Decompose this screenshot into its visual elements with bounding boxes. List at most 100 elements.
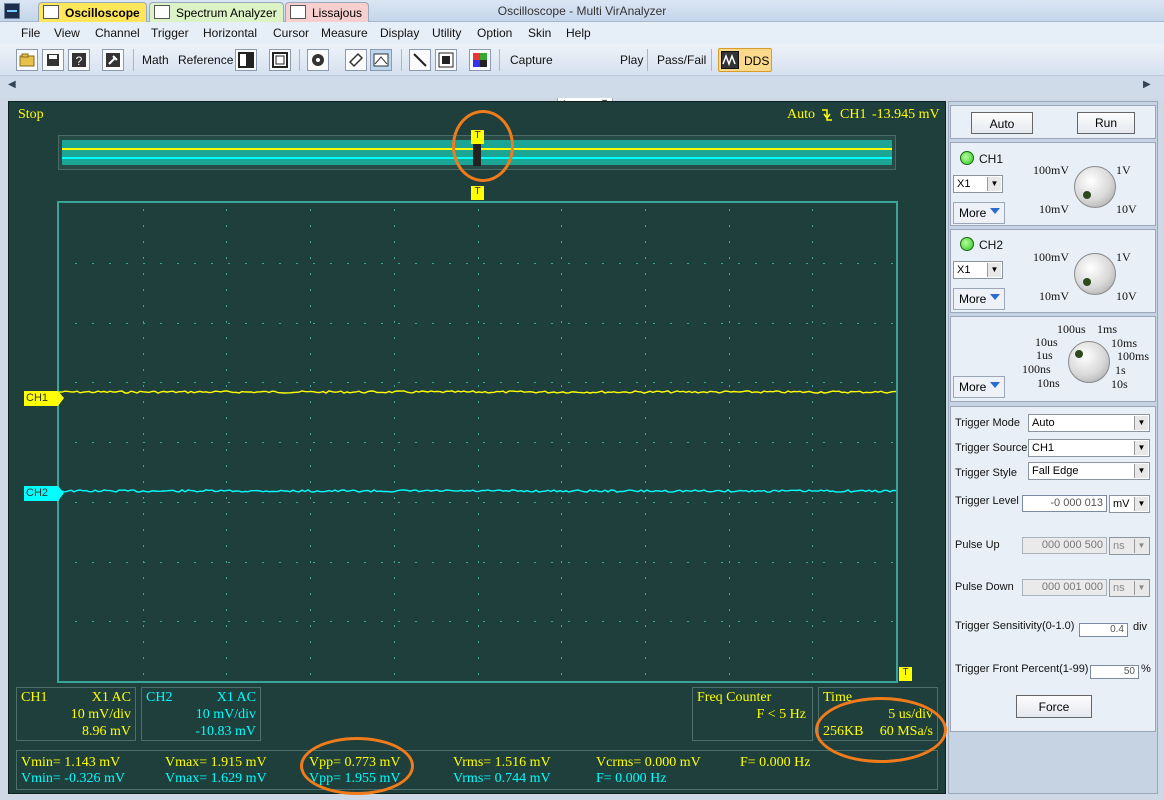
ch1-enable-led-icon[interactable] <box>960 151 974 165</box>
math-button[interactable]: Math <box>142 53 169 67</box>
ch2-probe-select[interactable]: X1 ▼ <box>953 261 1003 279</box>
dds-button[interactable]: DDS <box>718 48 772 72</box>
grid-dot <box>381 263 383 264</box>
grid-dot <box>226 577 227 579</box>
menu-utility[interactable]: Utility <box>432 26 461 40</box>
grid-dot <box>561 625 562 627</box>
pulse-down-input[interactable]: 000 001 000 <box>1022 579 1107 596</box>
pulse-down-label: Pulse Down <box>955 581 1014 593</box>
reference-button[interactable]: Reference <box>178 53 233 67</box>
grid-dot <box>478 273 479 275</box>
trigger-mode-select[interactable]: Auto ▼ <box>1028 414 1150 432</box>
menu-measure[interactable]: Measure <box>321 26 368 40</box>
run-button[interactable]: Run <box>1077 112 1135 134</box>
trigger-source-select[interactable]: CH1 ▼ <box>1028 439 1150 457</box>
grid-dot <box>857 621 859 622</box>
grid-dot <box>585 621 587 622</box>
ch1-more-button[interactable]: More <box>953 202 1005 224</box>
grid-dot <box>891 382 893 383</box>
timebase-more-button[interactable]: More <box>953 376 1005 398</box>
grid-dot <box>636 621 638 622</box>
trigger-level-marker[interactable]: T <box>899 667 912 681</box>
pulse-down-unit-select[interactable]: ns ▼ <box>1109 579 1150 597</box>
play-button[interactable]: Play <box>620 53 643 67</box>
grid-dot <box>478 401 479 403</box>
menu-file[interactable]: File <box>21 26 40 40</box>
split-view-icon[interactable] <box>235 49 257 71</box>
menu-display[interactable]: Display <box>380 26 419 40</box>
grid-dot <box>729 289 730 291</box>
help-icon[interactable]: ? <box>68 49 90 71</box>
trigger-level-input[interactable]: -0 000 013 <box>1022 495 1107 512</box>
grid-dot <box>75 502 77 503</box>
annotation-circle-time <box>815 697 947 763</box>
grid-dot <box>226 673 227 675</box>
tab-oscilloscope[interactable]: Oscilloscope <box>38 2 147 22</box>
settings-icon[interactable] <box>307 49 329 71</box>
grid-dot <box>310 657 311 659</box>
trigger-front-label: Trigger Front Percent(1-99) <box>955 663 1089 675</box>
cursor-line-icon[interactable] <box>409 49 431 71</box>
waveform-grid[interactable] <box>57 201 898 683</box>
trigger-style-select[interactable]: Fall Edge ▼ <box>1028 462 1150 480</box>
menu-view[interactable]: View <box>54 26 80 40</box>
ch1-volts-knob[interactable] <box>1074 166 1116 208</box>
save-icon[interactable] <box>42 49 64 71</box>
grid-dot <box>806 323 808 324</box>
timebase-knob[interactable] <box>1068 341 1110 383</box>
menu-trigger[interactable]: Trigger <box>151 26 189 40</box>
single-view-icon[interactable] <box>269 49 291 71</box>
pulse-up-input[interactable]: 000 000 500 <box>1022 537 1107 554</box>
stop-icon[interactable] <box>435 49 457 71</box>
trigger-front-input[interactable]: 50 <box>1090 665 1139 679</box>
screenshot-icon[interactable] <box>370 49 392 71</box>
trigger-level-readout: -13.945 mV <box>872 107 940 122</box>
grid-dot <box>398 442 400 443</box>
ch1-probe-select[interactable]: X1 ▼ <box>953 175 1003 193</box>
trigger-time-marker[interactable]: T <box>471 186 484 200</box>
grid-dot <box>483 323 485 324</box>
grid-dot <box>670 562 672 563</box>
ch2-more-button[interactable]: More <box>953 288 1005 310</box>
grid-dot <box>432 562 434 563</box>
grid-dot <box>226 385 227 387</box>
force-trigger-button[interactable]: Force <box>1016 695 1092 718</box>
ch2-enable-led-icon[interactable] <box>960 237 974 251</box>
trigger-control-box: Trigger Mode Auto ▼ Trigger Source CH1 ▼ T… <box>950 406 1156 732</box>
grid-dot <box>840 502 842 503</box>
tab-scroll-right-icon[interactable]: ▶ <box>1143 79 1151 90</box>
grid-dot <box>478 497 479 499</box>
menu-option[interactable]: Option <box>477 26 512 40</box>
menu-channel[interactable]: Channel <box>95 26 140 40</box>
grid-dot <box>310 321 311 323</box>
trigger-level-unit-select[interactable]: mV ▼ <box>1109 495 1150 513</box>
grid-dot <box>143 625 144 627</box>
tab-spectrum-analyzer[interactable]: Spectrum Analyzer <box>149 2 284 22</box>
grid-dot <box>478 369 479 371</box>
open-icon[interactable] <box>16 49 38 71</box>
measure-tag-icon[interactable] <box>345 49 367 71</box>
grid-dot <box>483 621 485 622</box>
tool-hammer-icon[interactable] <box>102 49 124 71</box>
grid-dot <box>478 289 479 291</box>
trigger-sensitivity-input[interactable]: 0.4 <box>1079 623 1128 637</box>
menu-horizontal[interactable]: Horizontal <box>203 26 257 40</box>
ch1-offset-marker[interactable]: CH1 <box>24 391 64 406</box>
grid-dot <box>551 382 553 383</box>
auto-button[interactable]: Auto <box>971 112 1033 134</box>
ch1-range-label: 10mV <box>1039 202 1069 216</box>
menu-cursor[interactable]: Cursor <box>273 26 309 40</box>
tab-lissajous[interactable]: Lissajous <box>285 2 370 22</box>
menu-skin[interactable]: Skin <box>528 26 551 40</box>
pass-fail-button[interactable]: Pass/Fail <box>657 53 706 67</box>
trigger-mode-value: Auto <box>1032 417 1055 429</box>
menu-help[interactable]: Help <box>566 26 591 40</box>
pulse-up-unit-select[interactable]: ns ▼ <box>1109 537 1150 555</box>
tab-scroll-left-icon[interactable]: ◀ <box>8 79 16 90</box>
grid-dot <box>517 382 519 383</box>
grid-dot <box>330 442 332 443</box>
ch2-offset-marker[interactable]: CH2 <box>24 486 64 501</box>
grid-dot <box>394 417 395 419</box>
ch2-volts-knob[interactable] <box>1074 253 1116 295</box>
color-palette-icon[interactable] <box>469 49 491 71</box>
